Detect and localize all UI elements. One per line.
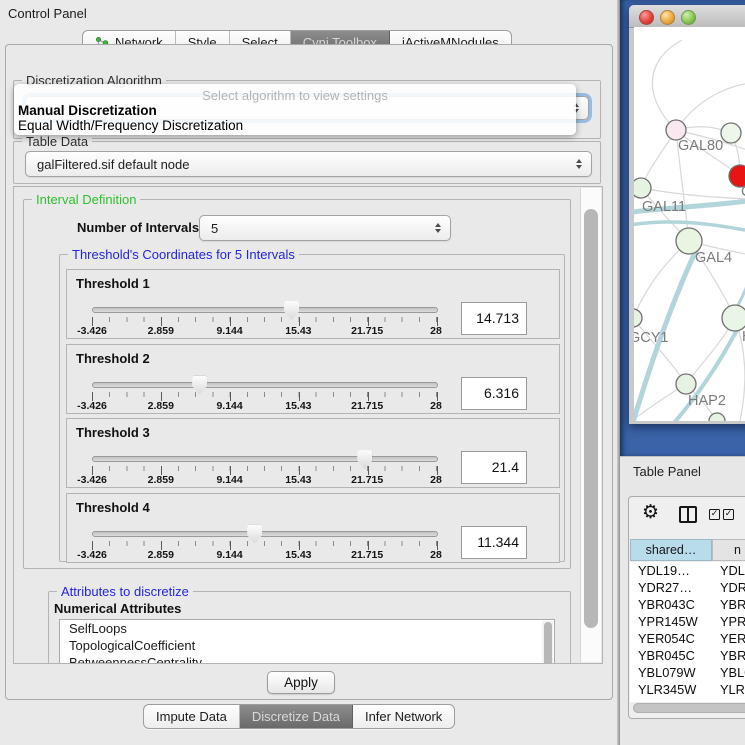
dropdown-placeholder: Select algorithm to view settings — [14, 88, 576, 103]
table-header: shared… n — [630, 539, 745, 561]
tab-impute-data[interactable]: Impute Data — [144, 705, 240, 728]
network-node-gcy1[interactable] — [634, 309, 642, 327]
gear-icon[interactable]: ⚙ — [642, 501, 659, 523]
network-window-titlebar[interactable] — [629, 5, 745, 28]
number-of-intervals-combobox[interactable]: 5 — [199, 215, 451, 241]
table-body: YDL19… YDL1 YDR27… YDR2 YBR043C YBR0 — [630, 562, 745, 702]
network-view-window[interactable]: GAL80 GA GAL11 C GAL4 GCY1 H HAP2 — [629, 5, 745, 424]
tab-discretize-data[interactable]: Discretize Data — [240, 705, 353, 728]
settings-scrollbar[interactable] — [580, 188, 601, 662]
node-label-gal11: GAL11 — [642, 199, 686, 215]
threshold-slider-track[interactable] — [92, 456, 438, 462]
table-row[interactable]: YDR27… YDR2 — [630, 579, 745, 596]
attribute-list-item[interactable]: TopologicalCoefficient — [60, 637, 554, 654]
attribute-list-item[interactable]: BetweennessCentrality — [60, 654, 554, 664]
numerical-attributes-list[interactable]: SelfLoops TopologicalCoefficient Between… — [59, 619, 555, 664]
numerical-attributes-label: Numerical Attributes — [54, 601, 181, 616]
apply-button[interactable]: Apply — [267, 671, 335, 694]
bottom-tabs: Impute Data Discretize Data Infer Networ… — [143, 704, 455, 729]
network-node-gal11[interactable] — [634, 178, 651, 198]
columns-icon[interactable] — [679, 506, 697, 523]
minimize-traffic-light[interactable] — [660, 10, 675, 25]
dropdown-option-manual[interactable]: Manual Discretization — [17, 103, 573, 119]
list-scrollbar[interactable] — [542, 621, 553, 664]
cytoscape-desktop: GAL80 GA GAL11 C GAL4 GCY1 H HAP2 — [620, 0, 745, 456]
threshold-box: Threshold 4 -3.426 2.859 9.144 15.43 — [66, 493, 560, 563]
interval-definition-title: Interval Definition — [32, 192, 140, 207]
table-row[interactable]: YER054C YER0 — [630, 630, 745, 647]
attribute-list-item[interactable]: SelfLoops — [60, 620, 554, 637]
combo-stepper-icon — [571, 159, 587, 169]
threshold-label: Threshold 3 — [76, 425, 150, 440]
tab-infer-network[interactable]: Infer Network — [353, 705, 454, 728]
network-node[interactable] — [709, 413, 725, 421]
table-panel: Table Panel ⚙ ✓ ✓ shared… n YDL19… YDL1 … — [620, 456, 745, 745]
attributes-group: Attributes to discretize Numerical Attri… — [48, 591, 571, 664]
panel-title: Control Panel — [8, 6, 87, 21]
node-label-gcy1: GCY1 — [634, 330, 669, 346]
cytoscape-app: Control Panel ✖ Network Style Select Cyn… — [0, 0, 745, 745]
threshold-box: Threshold 2 -3.426 2.859 9.144 15.43 — [66, 344, 560, 414]
threshold-box: Threshold 1 -3.426 2.859 9.144 15.43 — [66, 269, 560, 339]
column-header-shared-name[interactable]: shared… — [630, 539, 712, 561]
table-data-combobox[interactable]: galFiltered.sif default node — [25, 151, 592, 177]
threshold-slider-track[interactable] — [92, 531, 438, 537]
slider-tick-labels: -3.426 2.859 9.144 15.43 21.715 28 — [92, 474, 436, 486]
thresholds-group-title: Threshold's Coordinates for 5 Intervals — [68, 247, 299, 262]
table-row[interactable]: YBL079W YBL0 — [630, 664, 745, 681]
checkbox-icon[interactable]: ✓ — [723, 509, 734, 520]
threshold-box: Threshold 3 -3.426 2.859 9.144 15.43 — [66, 418, 560, 488]
horizontal-scrollbar[interactable] — [633, 703, 745, 713]
table-row[interactable]: YPR145W YPR1 — [630, 613, 745, 630]
zoom-traffic-light[interactable] — [681, 10, 696, 25]
node-label-gal4: GAL4 — [695, 250, 732, 266]
close-traffic-light[interactable] — [639, 10, 654, 25]
threshold-slider-track[interactable] — [92, 307, 438, 313]
threshold-value-field[interactable]: 6.316 — [461, 377, 527, 410]
threshold-value-field[interactable]: 11.344 — [461, 526, 527, 559]
slider-tick-labels: -3.426 2.859 9.144 15.43 21.715 28 — [92, 549, 436, 561]
table-data-title: Table Data — [22, 134, 92, 149]
table-row[interactable]: YIL052C YIL0 — [630, 698, 745, 702]
network-canvas[interactable]: GAL80 GA GAL11 C GAL4 GCY1 H HAP2 — [634, 27, 745, 421]
thresholds-group: Threshold's Coordinates for 5 Intervals … — [59, 254, 565, 562]
network-node[interactable] — [721, 123, 741, 143]
dropdown-option-equal-width[interactable]: Equal Width/Frequency Discretization — [17, 118, 573, 134]
threshold-label: Threshold 2 — [76, 351, 150, 366]
column-header-name[interactable]: n — [712, 539, 745, 561]
table-data-group: Table Data galFiltered.sif default node — [13, 141, 601, 184]
checkbox-icon[interactable]: ✓ — [709, 509, 720, 520]
interval-definition-group: Interval Definition Number of Intervals … — [23, 199, 571, 569]
settings-scrollbar-thumb[interactable] — [584, 209, 598, 628]
table-panel-title: Table Panel — [633, 464, 701, 479]
network-node[interactable] — [722, 305, 745, 331]
algorithm-dropdown-popup: Select algorithm to view settings Manual… — [14, 84, 576, 135]
number-of-intervals-label: Number of Intervals — [77, 220, 199, 235]
combo-stepper-icon — [430, 223, 446, 233]
attributes-group-title: Attributes to discretize — [57, 584, 193, 599]
node-label-hap2: HAP2 — [688, 393, 726, 409]
threshold-slider-track[interactable] — [92, 382, 438, 388]
node-label-clipped: C — [741, 184, 745, 200]
node-table: ⚙ ✓ ✓ shared… n YDL19… YDL1 YDR27… YDR2 — [628, 496, 745, 719]
table-row[interactable]: YLR345W YLR3 — [630, 681, 745, 698]
threshold-label: Threshold 4 — [76, 500, 150, 515]
threshold-value-field[interactable]: 21.4 — [461, 451, 527, 484]
threshold-value-field[interactable]: 14.713 — [461, 302, 527, 335]
slider-tick-labels: -3.426 2.859 9.144 15.43 21.715 28 — [92, 400, 436, 412]
node-label-gal80: GAL80 — [678, 138, 723, 154]
network-node-hap2[interactable] — [676, 374, 696, 394]
table-row[interactable]: YBR045C YBR0 — [630, 647, 745, 664]
settings-scroll-area: Interval Definition Number of Intervals … — [13, 186, 603, 664]
control-panel-titlebar: Control Panel ✖ — [0, 0, 620, 26]
table-row[interactable]: YDL19… YDL1 — [630, 562, 745, 579]
table-row[interactable]: YBR043C YBR0 — [630, 596, 745, 613]
slider-tick-labels: -3.426 2.859 9.144 15.43 21.715 28 — [92, 325, 436, 337]
threshold-label: Threshold 1 — [76, 276, 150, 291]
network-graph: GAL80 GA GAL11 C GAL4 GCY1 H HAP2 — [634, 27, 745, 421]
network-node-gal80[interactable] — [666, 120, 686, 140]
